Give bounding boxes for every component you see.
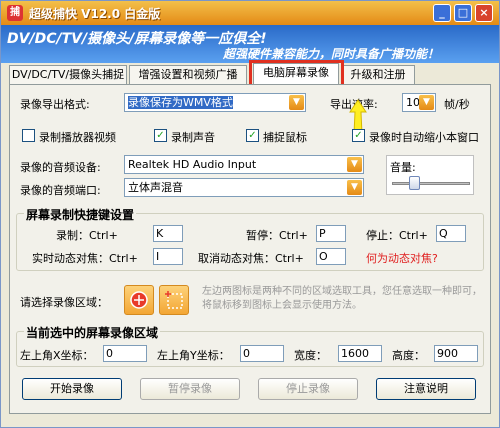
y-coord-input[interactable]: 0 [240,345,284,362]
width-input[interactable]: 1600 [338,345,382,362]
hotkey-group-title: 屏幕录制快捷键设置 [24,206,137,223]
volume-label: 音量: [390,161,416,174]
export-format-value: 录像保存为WMV格式 [128,96,233,109]
title-bar[interactable]: 捕 超级捕快 V12.0 白金版 _ □ × [1,1,499,25]
export-rate-value: 10 [406,96,420,109]
checkbox-auto-minimize[interactable]: ✓ [352,129,365,142]
focus-hotkey-label: 实时动态对焦：Ctrl+ [32,252,138,265]
region-tool-target-button[interactable] [124,285,154,315]
app-icon: 捕 [7,5,23,21]
dynamic-focus-help-link[interactable]: 何为动态对焦? [366,250,438,266]
banner: DV/DC/TV/摄像头/屏幕录像等一应俱全! 超强硬件兼容能力，同时具备广播功… [1,25,499,63]
tab-upgrade[interactable]: 升级和注册 [341,65,415,85]
focus-hotkey-input[interactable]: I [153,248,183,265]
cancel-focus-hotkey-input[interactable]: O [316,248,346,265]
notes-button[interactable]: 注意说明 [376,378,476,400]
tab-enhanced[interactable]: 增强设置和视频广播 [129,65,247,85]
pause-record-button[interactable]: 暂停录像 [140,378,240,400]
record-hotkey-input[interactable]: K [153,225,183,242]
region-hint: 左边两图标是两种不同的区域选取工具，您任意选取一种即可，将鼠标移到图标上会显示使… [202,286,482,311]
maximize-button[interactable]: □ [454,4,472,22]
y-coord-label: 左上角Y坐标： [157,349,230,362]
option-record-sound-label: 录制声音 [171,131,215,144]
chevron-down-icon: ▼ [347,180,362,195]
option-capture-mouse-label: 捕捉鼠标 [263,131,307,144]
select-region-icon [165,291,183,309]
volume-track [392,182,470,185]
x-coord-label: 左上角X坐标： [20,349,94,362]
screen-record-panel: 录像导出格式: 录像保存为WMV格式 ▼ 导出速率: 10 ▼ 帧/秒 录制播放… [9,84,491,414]
audio-port-value: 立体声混音 [128,181,183,194]
export-format-label: 录像导出格式: [20,98,90,111]
export-rate-unit: 帧/秒 [444,98,470,111]
option-record-player-label: 录制播放器视频 [39,131,116,144]
checkbox-record-player[interactable] [22,129,35,142]
start-record-button[interactable]: 开始录像 [22,378,122,400]
region-tool-rect-button[interactable] [159,285,189,315]
audio-port-select[interactable]: 立体声混音 ▼ [124,178,364,197]
export-format-select[interactable]: 录像保存为WMV格式 ▼ [124,93,306,112]
audio-device-select[interactable]: Realtek HD Audio Input ▼ [124,155,364,174]
record-hotkey-label: 录制：Ctrl+ [56,229,118,242]
volume-slider-thumb[interactable] [409,176,420,190]
close-button[interactable]: × [475,4,493,22]
checkbox-capture-mouse[interactable]: ✓ [246,129,259,142]
width-label: 宽度： [294,349,327,362]
stop-hotkey-label: 停止：Ctrl+ [366,229,428,242]
stop-record-button[interactable]: 停止录像 [258,378,358,400]
pause-hotkey-input[interactable]: P [316,225,346,242]
x-coord-input[interactable]: 0 [103,345,147,362]
chevron-down-icon: ▼ [419,95,434,110]
audio-port-label: 录像的音频端口: [20,184,101,197]
current-region-title: 当前选中的屏幕录像区域 [24,324,161,341]
export-rate-select[interactable]: 10 ▼ [402,93,436,112]
chevron-down-icon: ▼ [347,157,362,172]
checkbox-record-sound[interactable]: ✓ [154,129,167,142]
tab-highlight-box [249,60,344,87]
crosshair-icon [130,291,148,309]
app-window: 捕 超级捕快 V12.0 白金版 _ □ × DV/DC/TV/摄像头/屏幕录像… [0,0,500,428]
audio-device-value: Realtek HD Audio Input [128,158,257,171]
pause-hotkey-label: 暂停：Ctrl+ [246,229,308,242]
height-input[interactable]: 900 [434,345,478,362]
stop-hotkey-input[interactable]: Q [436,225,466,242]
minimize-button[interactable]: _ [433,4,451,22]
tab-capture[interactable]: DV/DC/TV/摄像头捕捉 [9,65,127,85]
window-title: 超级捕快 V12.0 白金版 [29,7,161,21]
cancel-focus-hotkey-label: 取消动态对焦：Ctrl+ [198,252,304,265]
option-auto-minimize-label: 录像时自动缩小本窗口 [369,131,479,144]
audio-device-label: 录像的音频设备: [20,161,101,174]
height-label: 高度： [392,349,425,362]
region-label: 请选择录像区域： [20,296,108,309]
chevron-down-icon: ▼ [289,95,304,110]
